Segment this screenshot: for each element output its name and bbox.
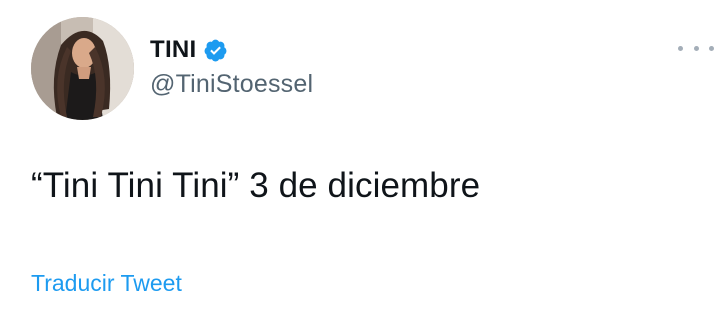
user-handle[interactable]: @TiniStoessel xyxy=(150,70,313,99)
name-row: TINI xyxy=(150,34,313,66)
more-options-icon[interactable] xyxy=(678,38,714,58)
translate-tweet-link[interactable]: Traducir Tweet xyxy=(31,270,182,297)
dot xyxy=(709,45,714,51)
display-name[interactable]: TINI xyxy=(150,36,197,64)
tweet-card: TINI @TiniStoessel “Tini Tini Tini” 3 de… xyxy=(0,0,728,325)
profile-photo-icon xyxy=(31,17,134,120)
dot xyxy=(678,45,683,51)
verified-badge-icon xyxy=(203,38,228,63)
dot xyxy=(693,45,699,51)
tweet-text: “Tini Tini Tini” 3 de diciembre xyxy=(31,166,481,205)
avatar[interactable] xyxy=(31,17,134,120)
tweet-author: TINI @TiniStoessel xyxy=(150,34,313,99)
